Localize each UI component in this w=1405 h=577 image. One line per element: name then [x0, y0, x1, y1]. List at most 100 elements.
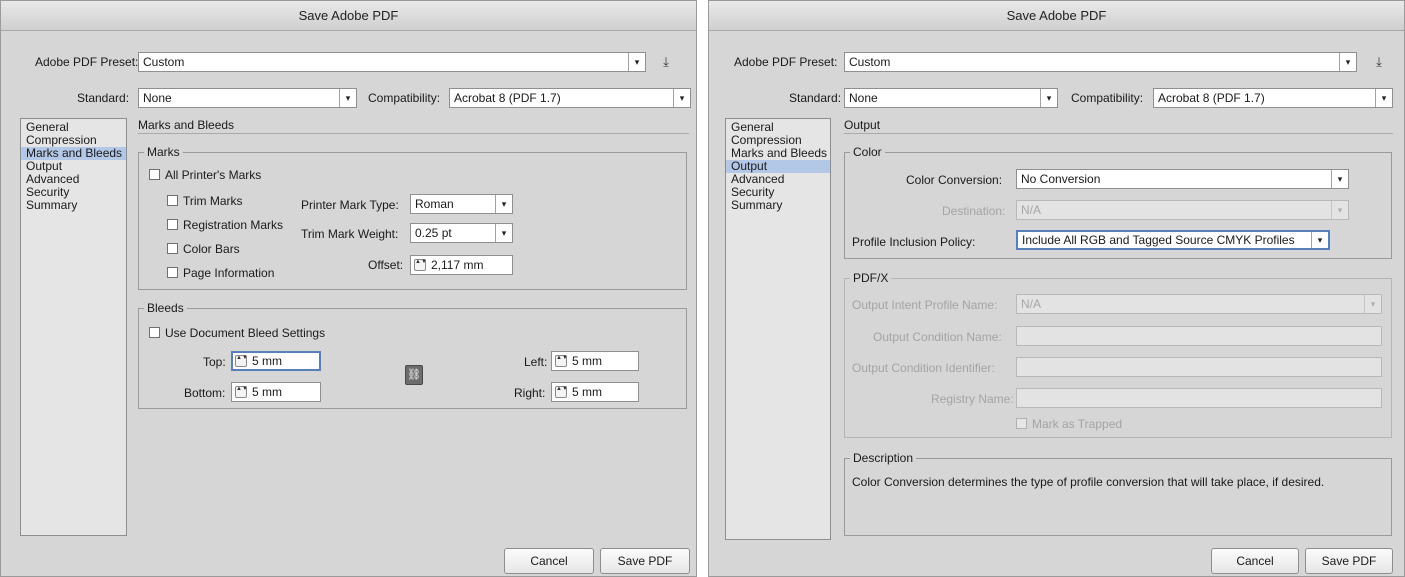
chevron-down-icon: ▾ [1040, 89, 1057, 107]
profile-inclusion-value: Include All RGB and Tagged Source CMYK P… [1022, 233, 1295, 247]
bottom-bleed-stepper[interactable]: ▲▼ 5 mm [231, 382, 321, 402]
chevron-down-icon: ▾ [495, 195, 512, 213]
chevron-down-icon: ▾ [1364, 295, 1381, 313]
color-conversion-value: No Conversion [1021, 172, 1101, 186]
pdfx-group-title: PDF/X [850, 270, 892, 286]
chevron-down-icon: ▾ [628, 53, 645, 71]
color-conversion-select[interactable]: No Conversion ▾ [1016, 169, 1349, 189]
stepper-arrows-icon[interactable]: ▲▼ [555, 355, 568, 367]
section-title: Output [844, 118, 1393, 134]
use-document-bleed-checkbox[interactable]: Use Document Bleed Settings [149, 325, 325, 341]
stepper-arrows-icon[interactable]: ▲▼ [414, 259, 427, 271]
standard-value: None [143, 91, 172, 105]
output-condition-id-label: Output Condition Identifier: [852, 361, 995, 375]
marks-group-title: Marks [144, 144, 183, 160]
output-intent-select[interactable]: N/A ▾ [1016, 294, 1382, 314]
compatibility-select[interactable]: Acrobat 8 (PDF 1.7) ▾ [449, 88, 691, 108]
printer-mark-type-value: Roman [415, 197, 454, 211]
chevron-down-icon: ▾ [1375, 89, 1392, 107]
checkbox-icon [167, 243, 178, 254]
save-pdf-button[interactable]: Save PDF [600, 548, 690, 574]
save-preset-icon[interactable]: ⤓ [657, 54, 675, 70]
profile-inclusion-select[interactable]: Include All RGB and Tagged Source CMYK P… [1016, 230, 1330, 250]
stepper-arrows-icon[interactable]: ▲▼ [235, 386, 248, 398]
destination-value: N/A [1021, 203, 1042, 217]
left-bleed-value: 5 mm [572, 354, 602, 368]
offset-label: Offset: [368, 258, 404, 272]
compatibility-label: Compatibility: [368, 91, 441, 105]
left-bleed-stepper[interactable]: ▲▼ 5 mm [551, 351, 639, 371]
category-sidebar: General Compression Marks and Bleeds Out… [725, 118, 831, 540]
standard-label: Standard: [789, 91, 842, 105]
offset-stepper[interactable]: ▲▼ 2,117 mm [410, 255, 513, 275]
description-group-title: Description [850, 450, 917, 466]
color-bars-checkbox[interactable]: Color Bars [167, 241, 240, 257]
chevron-down-icon: ▾ [1331, 201, 1348, 219]
top-label: Top: [203, 355, 226, 369]
printer-mark-type-label: Printer Mark Type: [301, 198, 399, 212]
output-intent-value: N/A [1021, 297, 1042, 311]
trim-marks-label: Trim Marks [183, 194, 243, 208]
printer-mark-type-select[interactable]: Roman ▾ [410, 194, 513, 214]
right-bleed-stepper[interactable]: ▲▼ 5 mm [551, 382, 639, 402]
standard-select[interactable]: None ▾ [138, 88, 357, 108]
description-group: Description [844, 450, 1392, 536]
registry-name-input[interactable] [1016, 388, 1382, 408]
stepper-arrows-icon[interactable]: ▲▼ [555, 386, 568, 398]
trim-marks-checkbox[interactable]: Trim Marks [167, 193, 243, 209]
chevron-down-icon: ▾ [495, 224, 512, 242]
bottom-label: Bottom: [184, 386, 226, 400]
save-pdf-button[interactable]: Save PDF [1305, 548, 1393, 574]
destination-select[interactable]: N/A ▾ [1016, 200, 1349, 220]
page-information-checkbox[interactable]: Page Information [167, 265, 274, 281]
standard-select[interactable]: None ▾ [844, 88, 1058, 108]
chain-link-icon[interactable]: ⛓ [405, 365, 423, 385]
compatibility-select[interactable]: Acrobat 8 (PDF 1.7) ▾ [1153, 88, 1393, 108]
preset-value: Custom [143, 55, 185, 69]
right-bleed-value: 5 mm [572, 385, 602, 399]
sidebar-item-summary[interactable]: Summary [21, 199, 126, 212]
trim-mark-weight-select[interactable]: 0.25 pt ▾ [410, 223, 513, 243]
chevron-down-icon: ▾ [1331, 170, 1348, 188]
stepper-arrows-icon[interactable]: ▲▼ [235, 355, 248, 367]
checkbox-icon [167, 195, 178, 206]
standard-value: None [849, 91, 878, 105]
use-document-bleed-label: Use Document Bleed Settings [165, 326, 326, 340]
page-information-label: Page Information [183, 266, 275, 280]
preset-select[interactable]: Custom ▾ [844, 52, 1357, 72]
registration-marks-label: Registration Marks [183, 218, 284, 232]
compatibility-value: Acrobat 8 (PDF 1.7) [454, 91, 561, 105]
preset-select[interactable]: Custom ▾ [138, 52, 646, 72]
mark-as-trapped-checkbox[interactable]: Mark as Trapped [1016, 416, 1122, 432]
chevron-down-icon: ▾ [339, 89, 356, 107]
checkbox-icon [1016, 418, 1027, 429]
output-condition-name-label: Output Condition Name: [873, 330, 1002, 344]
save-pdf-dialog-output: Save Adobe PDF Adobe PDF Preset: Custom … [708, 0, 1405, 577]
sidebar-item-summary[interactable]: Summary [726, 199, 830, 212]
left-label: Left: [524, 355, 548, 369]
preset-label: Adobe PDF Preset: [734, 55, 838, 69]
offset-value: 2,117 mm [431, 258, 484, 272]
all-printers-marks-checkbox[interactable]: All Printer's Marks [149, 167, 261, 183]
preset-label: Adobe PDF Preset: [35, 55, 139, 69]
compatibility-value: Acrobat 8 (PDF 1.7) [1158, 91, 1265, 105]
cancel-button[interactable]: Cancel [1211, 548, 1299, 574]
cancel-button[interactable]: Cancel [504, 548, 594, 574]
standard-label: Standard: [77, 91, 130, 105]
color-conversion-label: Color Conversion: [906, 173, 1003, 187]
chevron-down-icon: ▾ [1311, 232, 1328, 248]
top-bleed-value: 5 mm [252, 354, 282, 368]
top-bleed-stepper[interactable]: ▲▼ 5 mm [231, 351, 321, 371]
registration-marks-checkbox[interactable]: Registration Marks [167, 217, 283, 233]
bleeds-group-title: Bleeds [144, 300, 187, 316]
mark-as-trapped-label: Mark as Trapped [1032, 417, 1123, 431]
save-preset-icon[interactable]: ⤓ [1370, 54, 1388, 70]
chevron-down-icon: ▾ [673, 89, 690, 107]
chevron-down-icon: ▾ [1339, 53, 1356, 71]
output-condition-id-input[interactable] [1016, 357, 1382, 377]
output-intent-label: Output Intent Profile Name: [852, 298, 998, 312]
all-printers-marks-label: All Printer's Marks [165, 168, 262, 182]
output-condition-name-input[interactable] [1016, 326, 1382, 346]
preset-value: Custom [849, 55, 891, 69]
compatibility-label: Compatibility: [1071, 91, 1144, 105]
